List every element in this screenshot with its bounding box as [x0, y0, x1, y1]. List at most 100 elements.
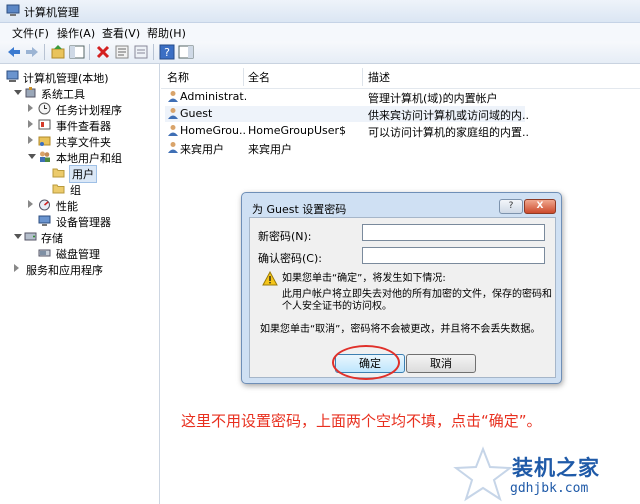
tree-item-users[interactable]: 用户: [52, 165, 102, 183]
dialog-close-button[interactable]: X: [524, 199, 556, 214]
cell-name: 来宾用户: [180, 143, 224, 156]
menu-action[interactable]: 操作(A): [57, 25, 95, 41]
tree-item-label: 系统工具: [41, 88, 85, 101]
tree-item-event-viewer[interactable]: 事件查看器: [28, 117, 153, 133]
cancel-note-text: 如果您单击“取消”，密码将不会被更改，并且将不会丢失数据。: [260, 324, 541, 335]
cell-description: 可以访问计算机的家庭组的内置...: [368, 126, 528, 139]
highlight-circle: [332, 345, 400, 380]
tree-item-local-users-groups[interactable]: 本地用户和组: [28, 149, 153, 165]
cell-name: Administrat...: [180, 90, 246, 103]
tree-item-label: 事件查看器: [56, 120, 111, 133]
export-list-icon[interactable]: [133, 44, 149, 60]
event-viewer-icon: [38, 119, 51, 130]
warning-text-line2: 此用户帐户将立即失去对他的所有加密的文件，保存的密码和: [282, 289, 552, 300]
up-folder-icon[interactable]: [50, 44, 66, 60]
star-watermark-icon: [453, 446, 513, 502]
storage-icon: [24, 232, 37, 241]
toolbar: ?: [0, 41, 640, 64]
table-row[interactable]: HomeGrou... HomeGroupUser$ 可以访问计算机的家庭组的内…: [165, 123, 528, 139]
properties-icon[interactable]: [114, 44, 130, 60]
tree-item-label: 存储: [41, 232, 63, 245]
user-icon: [168, 108, 178, 119]
tree-item-label: 性能: [56, 200, 78, 213]
shared-folder-icon: [38, 136, 51, 146]
table-row[interactable]: Administrat... 管理计算机(域)的内置帐户: [165, 89, 525, 105]
tree-item-label: 组: [70, 184, 81, 197]
cell-name: Guest: [180, 107, 213, 120]
column-header-name[interactable]: 名称: [167, 69, 189, 85]
warning-icon: [262, 271, 278, 286]
help-icon[interactable]: ?: [159, 44, 175, 60]
column-header-description[interactable]: 描述: [368, 69, 390, 85]
forward-arrow-icon[interactable]: [24, 44, 40, 60]
tree-item-label: 设备管理器: [56, 216, 111, 229]
toolbar-separator: [153, 44, 154, 60]
table-row[interactable]: 来宾用户 来宾用户: [165, 140, 525, 156]
cell-fullname: 来宾用户: [248, 143, 292, 156]
new-password-label: 新密码(N):: [258, 230, 312, 243]
table-row[interactable]: Guest 供来宾访问计算机或访问域的内...: [165, 106, 528, 122]
cell-fullname: HomeGroupUser$: [248, 124, 347, 137]
column-header-fullname[interactable]: 全名: [248, 69, 270, 85]
collapse-arrow-icon[interactable]: [14, 234, 22, 239]
cell-description: 管理计算机(域)的内置帐户: [368, 92, 498, 105]
show-action-pane-icon[interactable]: [178, 44, 194, 60]
confirm-password-input[interactable]: [362, 247, 545, 264]
tree-item-groups[interactable]: 组: [52, 181, 102, 197]
tree-item-disk-management[interactable]: 磁盘管理: [38, 245, 153, 261]
folder-icon: [52, 168, 65, 178]
navigation-tree: 计算机管理(本地) 系统工具 任务计划程序 事件查看器 共享文件夹 本地用户和组…: [0, 64, 160, 504]
dialog-help-button[interactable]: ?: [499, 199, 523, 214]
computer-management-icon: [6, 4, 20, 16]
menu-help[interactable]: 帮助(H): [147, 25, 186, 41]
tree-item-performance[interactable]: 性能: [28, 197, 153, 213]
tree-root-label: 计算机管理(本地): [23, 72, 109, 85]
tree-item-services-apps[interactable]: 服务和应用程序: [14, 261, 154, 277]
user-icon: [168, 91, 178, 102]
watermark-url: gdhjbk.com: [510, 481, 589, 496]
cell-name: HomeGrou...: [180, 124, 246, 137]
new-password-input[interactable]: [362, 224, 545, 241]
collapse-arrow-icon[interactable]: [14, 90, 22, 95]
show-hide-tree-icon[interactable]: [69, 44, 85, 60]
tree-item-label: 本地用户和组: [56, 152, 122, 165]
confirm-password-label: 确认密码(C):: [258, 252, 322, 265]
toolbar-separator: [44, 44, 45, 60]
tree-item-task-scheduler[interactable]: 任务计划程序: [28, 101, 153, 117]
column-separator[interactable]: [243, 68, 244, 86]
cancel-button[interactable]: 取消: [406, 354, 476, 373]
column-separator[interactable]: [362, 68, 363, 86]
tree-item-system-tools[interactable]: 系统工具: [14, 85, 154, 101]
tree-root[interactable]: 计算机管理(本地): [6, 69, 156, 85]
cell-description: 供来宾访问计算机或访问域的内...: [368, 109, 528, 122]
tree-item-label: 服务和应用程序: [26, 264, 103, 277]
back-arrow-icon[interactable]: [6, 44, 22, 60]
expand-arrow-icon[interactable]: [28, 200, 33, 208]
tree-item-storage[interactable]: 存储: [14, 229, 154, 245]
collapse-arrow-icon[interactable]: [28, 154, 36, 159]
tree-item-shared-folders[interactable]: 共享文件夹: [28, 133, 153, 149]
warning-text-line3: 个人安全证书的访问权。: [282, 301, 392, 312]
menu-view[interactable]: 查看(V): [102, 25, 140, 41]
users-group-icon: [40, 151, 50, 162]
toolbar-separator: [89, 44, 90, 60]
clock-icon: [38, 102, 51, 115]
window-title: 计算机管理: [24, 6, 79, 19]
svg-text:?: ?: [164, 46, 170, 59]
expand-arrow-icon[interactable]: [14, 264, 19, 272]
instruction-annotation: 这里不用设置密码，上面两个空均不填，点击“确定”。: [181, 412, 542, 430]
tree-item-label: 任务计划程序: [56, 104, 122, 117]
menu-bar: 文件(F) 操作(A) 查看(V) 帮助(H): [0, 23, 640, 41]
device-manager-icon: [38, 215, 51, 226]
menu-file[interactable]: 文件(F): [12, 25, 49, 41]
expand-arrow-icon[interactable]: [28, 104, 33, 112]
tree-item-device-manager[interactable]: 设备管理器: [38, 213, 153, 229]
watermark-title: 装机之家: [512, 455, 600, 480]
expand-arrow-icon[interactable]: [28, 136, 33, 144]
tree-item-label: 磁盘管理: [56, 248, 100, 261]
delete-icon[interactable]: [95, 44, 111, 60]
dialog-title: 为 Guest 设置密码: [252, 203, 347, 216]
disk-icon: [38, 249, 51, 257]
warning-text-line1: 如果您单击“确定”，将发生如下情况:: [282, 273, 446, 284]
expand-arrow-icon[interactable]: [28, 120, 33, 128]
